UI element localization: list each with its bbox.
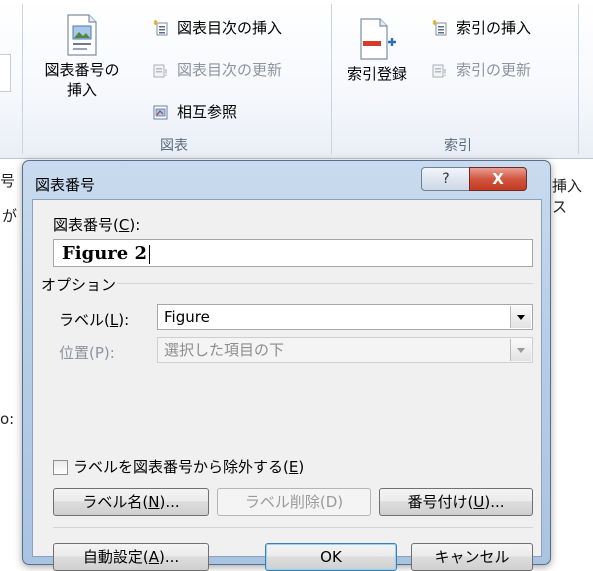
update-table-label: 図表目次の更新	[177, 61, 283, 79]
document-text: o:	[0, 410, 15, 428]
position-label: 位置(P):	[59, 344, 115, 362]
svg-text:!: !	[164, 68, 168, 78]
exclude-label-text: ラベルを図表番号から除外する(E)	[73, 458, 305, 476]
label-select[interactable]: Figure	[157, 304, 533, 330]
options-group-line	[117, 283, 533, 284]
help-button[interactable]: ?	[421, 167, 471, 191]
svg-text:!: !	[443, 68, 447, 78]
document-text: が	[2, 207, 18, 225]
index-group-label: 索引	[444, 138, 472, 154]
mark-entry-icon	[360, 18, 396, 60]
exclude-label-checkbox[interactable]	[53, 460, 68, 475]
ribbon-separator	[578, 4, 579, 154]
ribbon: 図表番号の 挿入 図表目次の挿入 ! 図表目次の更新 相互参照 図表 索引登録 …	[0, 0, 593, 159]
dialog-title: 図表番号	[35, 176, 96, 194]
insert-caption-button[interactable]: 図表番号の 挿入	[34, 14, 130, 100]
dialog-client-area: 図表番号(C): Figure 2 オプション ラベル(L): Figure 位…	[32, 199, 542, 571]
dialog-titlebar[interactable]: 図表番号 ? X	[23, 161, 550, 199]
caption-label: 図表番号(C):	[53, 216, 141, 234]
label-select-value: Figure	[164, 308, 210, 326]
caption-input[interactable]: Figure 2	[53, 239, 533, 267]
ribbon-separator	[331, 4, 332, 154]
position-select[interactable]: 選択した項目の下	[157, 337, 533, 363]
cross-reference-icon	[153, 105, 168, 120]
dialog-separator	[53, 527, 533, 528]
label-label: ラベル(L):	[59, 311, 130, 329]
delete-label-button[interactable]: ラベル削除(D)	[217, 488, 371, 516]
insert-table-of-figures-label: 図表目次の挿入	[177, 19, 283, 37]
mark-entry-label: 索引登録	[346, 65, 407, 83]
update-index-label: 索引の更新	[456, 61, 532, 79]
document-text: 号	[0, 172, 16, 190]
help-icon: ?	[442, 171, 450, 187]
document-text: 挿入ス	[552, 177, 583, 216]
insert-caption-label-line2: 挿入	[66, 81, 97, 99]
chevron-down-icon[interactable]	[510, 306, 531, 328]
new-label-button[interactable]: ラベル名(N)...	[53, 488, 209, 516]
ribbon-separator	[22, 4, 23, 154]
text-caret	[149, 244, 151, 264]
insert-index-label: 索引の挿入	[456, 19, 532, 37]
position-select-value: 選択した項目の下	[164, 341, 285, 359]
update-index-icon: !	[432, 64, 447, 78]
numbering-button[interactable]: 番号付け(U)...	[379, 488, 533, 516]
insert-index-icon	[432, 20, 447, 36]
update-table-icon: !	[153, 64, 168, 78]
cross-reference-label: 相互参照	[177, 103, 238, 121]
caption-dialog: 図表番号 ? X 図表番号(C): Figure 2 オプション ラベル(L):…	[22, 160, 551, 571]
mark-entry-button[interactable]: 索引登録	[340, 18, 414, 84]
insert-table-of-figures-icon	[153, 20, 168, 36]
close-button[interactable]: X	[469, 167, 527, 191]
ribbon-left-control-stub	[0, 54, 11, 92]
insert-caption-label-line1: 図表番号の	[44, 61, 120, 79]
caption-document-icon	[67, 14, 97, 56]
close-icon: X	[492, 170, 504, 188]
caption-input-value: Figure 2	[62, 243, 148, 264]
chevron-down-icon[interactable]	[510, 339, 531, 361]
options-group-label: オプション	[41, 276, 117, 294]
captions-group-label: 図表	[160, 138, 188, 154]
